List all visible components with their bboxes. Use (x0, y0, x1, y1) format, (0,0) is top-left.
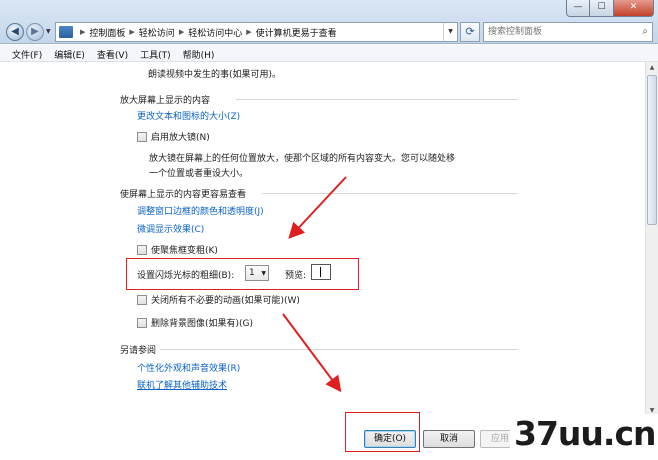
menu-edit[interactable]: 编辑(E) (50, 45, 93, 61)
checkbox-animations[interactable]: 关闭所有不必要的动画(如果可能)(W) (137, 293, 300, 306)
breadcrumb-separator-icon[interactable]: ▶ (129, 28, 134, 36)
maximize-button[interactable]: ☐ (590, 0, 614, 17)
breadcrumb-separator-icon[interactable]: ▶ (179, 28, 184, 36)
refresh-icon[interactable]: ⟳ (460, 22, 480, 42)
highlight-box-cursor-setting (126, 258, 359, 290)
control-panel-window: — ☐ ✕ ◀ ▶ ▼ ▶ 控制面板 ▶ 轻松访问 ▶ 轻松访问中心 ▶ 使计算… (0, 0, 658, 460)
scroll-thumb[interactable] (647, 75, 657, 225)
checkbox-magnifier[interactable]: 启用放大镜(N) (137, 130, 210, 143)
checkbox-box[interactable] (137, 244, 147, 255)
address-dropdown-icon[interactable]: ▼ (443, 23, 457, 41)
minimize-button[interactable]: — (566, 0, 590, 17)
section-divider (262, 193, 518, 194)
window-controls: — ☐ ✕ (566, 0, 654, 17)
recent-pages-chevron-icon[interactable]: ▼ (46, 28, 51, 35)
address-bar[interactable]: ▶ 控制面板 ▶ 轻松访问 ▶ 轻松访问中心 ▶ 使计算机更易于查看 ▼ (55, 22, 458, 42)
breadcrumb-item[interactable]: 轻松访问 (139, 26, 175, 39)
checkbox-focus-rect[interactable]: 使聚焦框变粗(K) (137, 243, 218, 256)
breadcrumb-item[interactable]: 控制面板 (89, 26, 125, 39)
checkbox-box[interactable] (137, 131, 147, 142)
section-header-see-also: 另请参阅 (120, 346, 157, 356)
checkbox-label[interactable]: 启用放大镜(N) (151, 130, 210, 143)
checkbox-box[interactable] (137, 317, 147, 328)
menu-bar: 文件(F) 编辑(E) 查看(V) 工具(T) 帮助(H) (0, 45, 658, 62)
section-divider (236, 99, 518, 100)
section-header-magnify: 放大屏幕上显示的内容 (120, 96, 211, 106)
narration-description: 朗读视频中发生的事(如果可用)。 (148, 70, 282, 80)
watermark-text: 37uu.cn (510, 414, 658, 454)
scroll-up-icon[interactable]: ▲ (646, 62, 658, 74)
checkbox-label[interactable]: 使聚焦框变粗(K) (151, 243, 218, 256)
search-box[interactable]: ⌕ (483, 22, 653, 42)
title-bar: — ☐ ✕ ◀ ▶ ▼ ▶ 控制面板 ▶ 轻松访问 ▶ 轻松访问中心 ▶ 使计算… (0, 0, 658, 44)
forward-arrow-icon[interactable]: ▶ (26, 23, 44, 41)
menu-help[interactable]: 帮助(H) (179, 45, 223, 61)
breadcrumb: ▶ 控制面板 ▶ 轻松访问 ▶ 轻松访问中心 ▶ 使计算机更易于查看 (76, 26, 337, 39)
section-divider (160, 349, 518, 350)
search-icon[interactable]: ⌕ (642, 26, 648, 37)
menu-file[interactable]: 文件(F) (8, 45, 50, 61)
breadcrumb-item[interactable]: 轻松访问中心 (188, 26, 242, 39)
link-personalize[interactable]: 个性化外观和声音效果(R) (137, 361, 240, 374)
close-button[interactable]: ✕ (614, 0, 654, 17)
vertical-scrollbar[interactable]: ▲ ▼ (645, 62, 658, 417)
highlight-box-ok-button (345, 412, 420, 452)
menu-tools[interactable]: 工具(T) (136, 45, 179, 61)
magnifier-description-line1: 放大镜在屏幕上的任何位置放大，使那个区域的所有内容变大。您可以随处移 (149, 154, 456, 164)
section-header-easier: 使屏幕上显示的内容更容易查看 (120, 190, 247, 200)
checkbox-background[interactable]: 删除背景图像(如果有)(G) (137, 316, 253, 329)
magnifier-description-line2: 一个位置或者重设大小。 (149, 169, 249, 179)
breadcrumb-separator-icon[interactable]: ▶ (80, 28, 85, 36)
breadcrumb-item[interactable]: 使计算机更易于查看 (256, 26, 337, 39)
search-input[interactable] (484, 23, 634, 41)
link-assistive-tech[interactable]: 联机了解其他辅助技术 (137, 378, 227, 391)
checkbox-box[interactable] (137, 294, 147, 305)
link-display-effects[interactable]: 微调显示效果(C) (137, 222, 204, 235)
menu-view[interactable]: 查看(V) (93, 45, 136, 61)
breadcrumb-separator-icon[interactable]: ▶ (246, 28, 251, 36)
back-arrow-icon[interactable]: ◀ (6, 23, 24, 41)
link-text-size[interactable]: 更改文本和图标的大小(Z) (137, 109, 240, 122)
checkbox-label[interactable]: 关闭所有不必要的动画(如果可能)(W) (151, 293, 300, 306)
checkbox-label[interactable]: 删除背景图像(如果有)(G) (151, 316, 253, 329)
link-window-color[interactable]: 调整窗口边框的颜色和透明度(J) (137, 204, 264, 217)
control-panel-icon (59, 26, 73, 38)
cancel-button[interactable]: 取消 (423, 430, 475, 448)
